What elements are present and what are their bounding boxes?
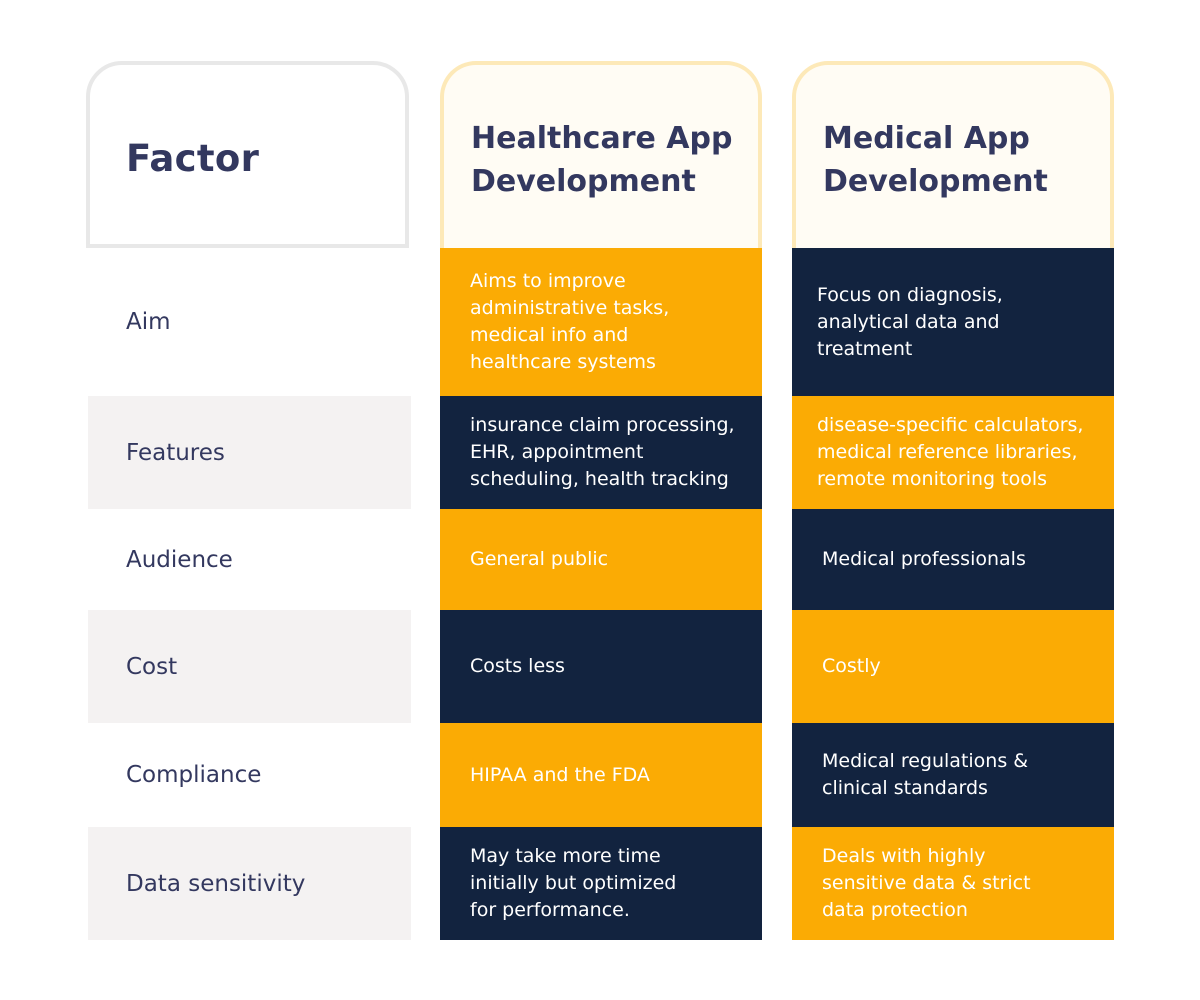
row-label-text: Features (126, 439, 225, 466)
cell-text: insurance claim processing, EHR, appoint… (470, 414, 735, 490)
cell-medical-data-sensitivity: Deals with highly sensitive data & stric… (792, 827, 1114, 940)
row-label-text: Cost (126, 653, 178, 680)
row-label-compliance: Compliance (88, 723, 411, 827)
row-label-data-sensitivity: Data sensitivity (88, 827, 411, 940)
cell-text: May take more time initially but optimiz… (470, 845, 677, 921)
cell-text: Medical regulations & clinical standards (822, 750, 1029, 799)
medical-app-header-title: Medical App Development (823, 121, 1048, 199)
cell-healthcare-data-sensitivity: May take more time initially but optimiz… (440, 827, 762, 940)
cell-healthcare-aim: Aims to improve administrative tasks, me… (440, 248, 762, 396)
row-label-text: Compliance (126, 762, 262, 788)
healthcare-app-header-title: Healthcare App Development (471, 121, 733, 199)
row-label-audience: Audience (88, 509, 411, 610)
row-label-text: Aim (126, 309, 171, 335)
cell-text: Deals with highly sensitive data & stric… (822, 845, 1031, 921)
cell-text: Aims to improve administrative tasks, me… (470, 270, 670, 373)
cell-text: General public (470, 548, 609, 570)
healthcare-app-header: Healthcare App Development (440, 61, 762, 248)
cell-text: Medical professionals (822, 548, 1026, 570)
cell-text: Focus on diagnosis, analytical data and … (817, 283, 1003, 360)
cell-healthcare-features: insurance claim processing, EHR, appoint… (440, 396, 762, 509)
cell-healthcare-compliance: HIPAA and the FDA (440, 723, 762, 827)
row-label-text: Data sensitivity (126, 870, 306, 897)
cell-text: Costs less (470, 655, 565, 677)
cell-medical-features: disease-specific calculators, medical re… (792, 396, 1114, 509)
row-label-text: Audience (126, 546, 233, 573)
cell-medical-audience: Medical professionals (792, 509, 1114, 610)
cell-text: Costly (822, 655, 881, 677)
factor-header: Factor (86, 61, 409, 248)
factor-header-title: Factor (126, 137, 260, 180)
medical-app-header: Medical App Development (792, 61, 1114, 248)
cell-text: HIPAA and the FDA (470, 763, 650, 786)
row-label-features: Features (88, 396, 411, 509)
cell-medical-aim: Focus on diagnosis, analytical data and … (792, 248, 1114, 396)
row-label-aim: Aim (88, 248, 411, 396)
cell-healthcare-audience: General public (440, 509, 762, 610)
cell-healthcare-cost: Costs less (440, 610, 762, 723)
cell-medical-compliance: Medical regulations & clinical standards (792, 723, 1114, 827)
cell-text: disease-specific calculators, medical re… (817, 414, 1084, 490)
row-label-cost: Cost (88, 610, 411, 723)
cell-medical-cost: Costly (792, 610, 1114, 723)
